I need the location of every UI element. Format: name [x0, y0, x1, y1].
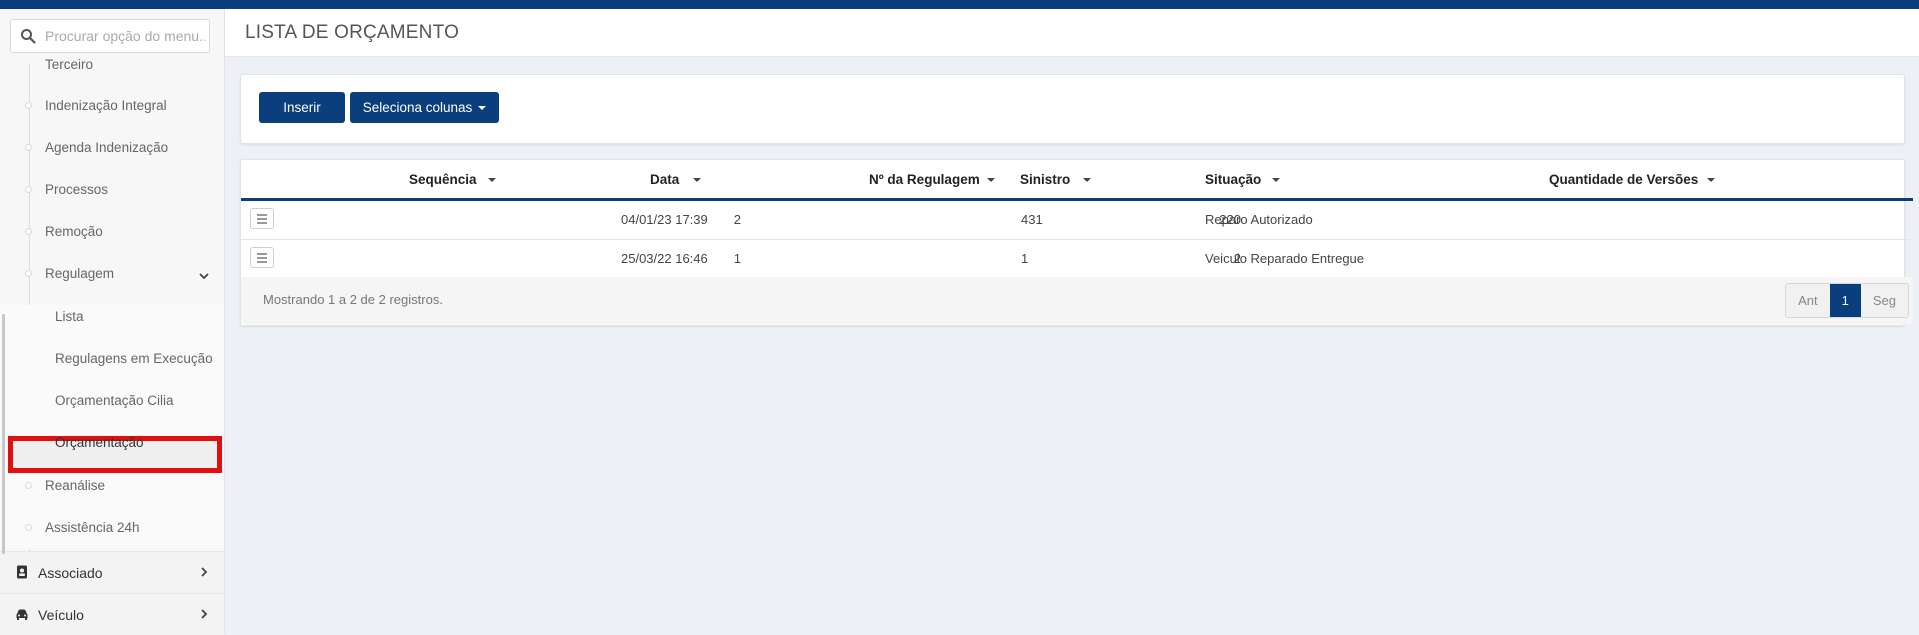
sort-caret-icon[interactable] — [1083, 178, 1091, 182]
menu-lines-icon — [257, 257, 267, 259]
sidebar-item-label: Agenda Indenização — [45, 140, 169, 155]
sidebar-item-label: Regulagem — [45, 266, 115, 281]
sidebar-subitem-orcamentacao-cilia[interactable]: Orçamentação Cilia — [0, 382, 224, 422]
sidebar-item-regulagem[interactable]: Regulagem — [0, 255, 224, 295]
sort-caret-icon[interactable] — [488, 178, 496, 182]
tree-dot — [25, 102, 32, 109]
sidebar: Terceiro Indenização Integral Agenda Ind… — [0, 9, 225, 635]
table-footer: Mostrando 1 a 2 de 2 registros. Ant 1 Se… — [241, 277, 1913, 324]
page-header: LISTA DE ORÇAMENTO — [225, 9, 1919, 57]
sidebar-item-label: Assistência 24h — [45, 520, 140, 535]
records-info: Mostrando 1 a 2 de 2 registros. — [263, 292, 443, 307]
select-columns-label: Seleciona colunas — [362, 100, 473, 115]
cell-sequencia: 1 — [733, 251, 741, 266]
select-columns-button[interactable]: Seleciona colunas — [350, 92, 499, 123]
cell-sinistro: 431 — [1021, 212, 1043, 227]
sidebar-item-label: Orçamentação — [55, 435, 144, 450]
tree-dot — [25, 228, 32, 235]
sidebar-section-label: Veículo — [38, 607, 84, 623]
id-card-icon — [17, 565, 27, 579]
sort-caret-icon[interactable] — [987, 178, 995, 182]
sort-caret-icon[interactable] — [693, 178, 701, 182]
table-row[interactable]: 2 04/01/23 17:39 220 431 Reparo Autoriza… — [241, 201, 1913, 240]
sidebar-subitem-regulagens-execucao[interactable]: Regulagens em Execução — [0, 340, 224, 380]
sidebar-item-processos[interactable]: Processos — [0, 171, 224, 211]
sort-caret-icon[interactable] — [1707, 178, 1715, 182]
pagination: Ant 1 Seg — [1785, 283, 1909, 318]
chevron-right-icon — [201, 567, 208, 577]
insert-button[interactable]: Inserir — [259, 92, 345, 123]
tree-dot — [25, 186, 32, 193]
menu-lines-icon — [257, 261, 267, 263]
cell-data: 25/03/22 16:46 — [621, 251, 708, 266]
sidebar-section-veiculo[interactable]: Veículo — [0, 593, 224, 635]
sidebar-item-label: Regulagens em Execução — [55, 351, 213, 366]
column-header-situacao[interactable]: Situação — [1205, 172, 1261, 187]
chevron-right-icon — [201, 609, 208, 619]
menu-lines-icon — [257, 253, 267, 255]
sidebar-subitem-lista[interactable]: Lista — [0, 298, 224, 338]
toolbar-panel: Inserir Seleciona colunas — [240, 74, 1905, 144]
menu-search — [10, 19, 210, 53]
page-title: LISTA DE ORÇAMENTO — [245, 22, 460, 43]
chevron-down-icon — [199, 273, 209, 280]
sidebar-section-associado[interactable]: Associado — [0, 551, 224, 593]
top-bar — [0, 0, 1919, 9]
sidebar-scrollbar[interactable] — [2, 314, 5, 554]
column-header-sinistro[interactable]: Sinistro — [1020, 172, 1070, 187]
pagination-next[interactable]: Seg — [1861, 284, 1908, 317]
menu-lines-icon — [257, 218, 267, 220]
search-input[interactable] — [45, 21, 205, 51]
sidebar-subitem-orcamentacao[interactable]: Orçamentação — [0, 424, 224, 464]
tree-dot — [25, 482, 32, 489]
table-row[interactable]: 1 25/03/22 16:46 2 1 Veiculo Reparado En… — [241, 240, 1913, 279]
sidebar-item-reanalise[interactable]: Reanálise — [0, 467, 224, 507]
column-header-regulagem[interactable]: Nº da Regulagem — [869, 172, 980, 187]
sidebar-item-assistencia-24h[interactable]: Assistência 24h — [0, 509, 224, 549]
car-icon — [16, 609, 28, 620]
row-menu-button[interactable] — [250, 247, 274, 268]
caret-down-icon — [478, 106, 487, 111]
sidebar-item-label: Terceiro — [45, 57, 94, 72]
cell-sequencia: 2 — [733, 212, 741, 227]
sort-caret-icon[interactable] — [1272, 178, 1280, 182]
tree-dot — [25, 144, 32, 151]
menu-lines-icon — [257, 222, 267, 224]
column-header-data[interactable]: Data — [650, 172, 679, 187]
tree-dot — [25, 524, 32, 531]
sidebar-item-label: Reanálise — [45, 478, 106, 493]
sidebar-item-label: Orçamentação Cilia — [55, 393, 174, 408]
table-panel: Sequência Data Nº da Regulagem Sinistro … — [240, 159, 1913, 326]
column-header-versoes[interactable]: Quantidade de Versões — [1549, 172, 1698, 187]
sidebar-item-agenda-indenizacao[interactable]: Agenda Indenização — [0, 129, 224, 169]
column-header-sequencia[interactable]: Sequência — [409, 172, 477, 187]
row-menu-button[interactable] — [250, 208, 274, 229]
sidebar-item-label: Indenização Integral — [45, 98, 167, 113]
search-icon — [21, 29, 36, 44]
sidebar-item-indenizacao-integral[interactable]: Indenização Integral — [0, 87, 224, 127]
sidebar-item-remocao[interactable]: Remoção — [0, 213, 224, 253]
tree-dot — [25, 270, 32, 277]
cell-data: 04/01/23 17:39 — [621, 212, 708, 227]
sidebar-item-terceiro[interactable]: Terceiro — [0, 57, 224, 77]
pagination-prev[interactable]: Ant — [1786, 284, 1830, 317]
sidebar-section-label: Associado — [38, 565, 103, 581]
cell-situacao: Reparo Autorizado — [1205, 212, 1313, 227]
sidebar-item-label: Processos — [45, 182, 109, 197]
sidebar-item-label: Remoção — [45, 224, 103, 239]
cell-situacao: Veiculo Reparado Entregue — [1205, 251, 1365, 266]
menu-lines-icon — [257, 214, 267, 216]
sidebar-item-label: Lista — [55, 309, 84, 324]
pagination-page[interactable]: 1 — [1829, 284, 1861, 317]
cell-sinistro: 1 — [1021, 251, 1029, 266]
